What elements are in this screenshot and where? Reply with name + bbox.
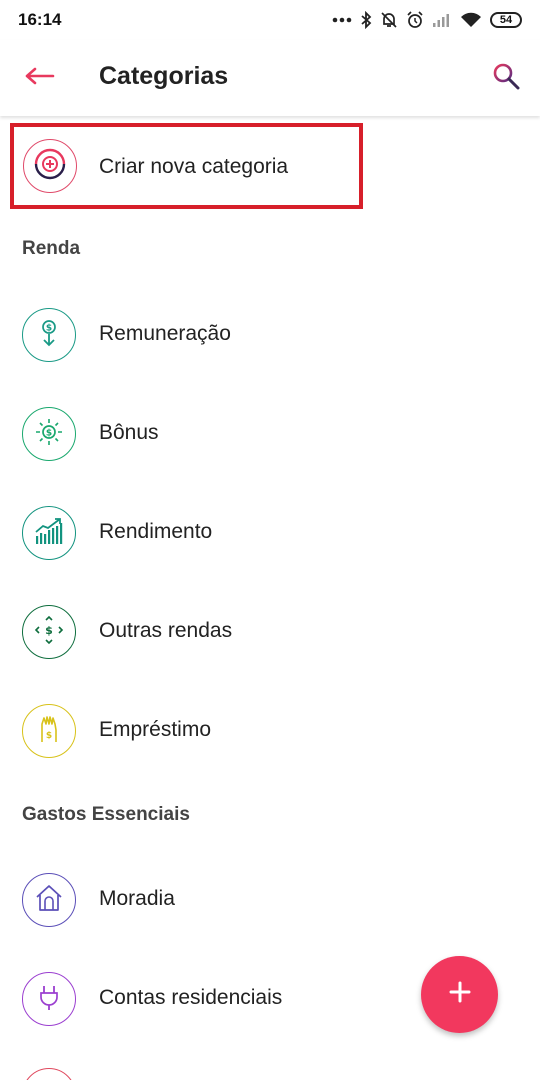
category-item-bonus[interactable]: $ Bônus [0, 397, 540, 477]
more-dots-icon [332, 17, 352, 23]
category-label: Remuneração [99, 322, 231, 345]
growth-chart-icon [33, 516, 65, 551]
back-arrow-icon [25, 67, 55, 90]
category-icon-circle [22, 873, 76, 927]
category-icon-circle: $ [22, 605, 76, 659]
category-item-outras-rendas[interactable]: $ Outras rendas [0, 595, 540, 675]
status-bar: 16:14 54 [0, 0, 540, 40]
bonus-icon: $ [33, 416, 65, 453]
section-header-gastos-essenciais: Gastos Essenciais [22, 804, 190, 825]
search-icon [491, 61, 521, 96]
svg-text:$: $ [46, 323, 52, 333]
battery-indicator: 54 [490, 12, 522, 28]
add-circle-icon [33, 147, 67, 186]
category-icon-circle [22, 972, 76, 1026]
category-icon-circle: $ [22, 308, 76, 362]
status-icons: 54 [332, 11, 522, 29]
category-icon-circle: $ [22, 704, 76, 758]
plus-icon [448, 980, 472, 1009]
category-item-moradia[interactable]: Moradia [0, 863, 540, 943]
category-label: Contas residenciais [99, 986, 283, 1009]
plug-icon [34, 982, 64, 1017]
category-icon-circle [22, 506, 76, 560]
category-label: Outras rendas [99, 619, 233, 642]
create-category-button[interactable]: Criar nova categoria [10, 123, 363, 209]
page-title: Categorias [99, 62, 229, 90]
add-fab-button[interactable] [421, 956, 498, 1033]
house-icon [34, 883, 64, 918]
status-time: 16:14 [18, 10, 62, 29]
category-icon-circle: $ [22, 407, 76, 461]
alarm-icon [406, 11, 424, 29]
salary-icon: $ [34, 318, 64, 353]
category-item-rendimento[interactable]: Rendimento [0, 496, 540, 576]
category-label: Empréstimo [99, 718, 212, 741]
mute-bell-icon [380, 11, 398, 29]
category-item-remuneracao[interactable]: $ Remuneração [0, 298, 540, 378]
section-header-renda: Renda [22, 238, 81, 259]
loan-hand-icon: $ [35, 714, 63, 749]
search-button[interactable] [488, 60, 524, 96]
category-icon-circle-partial [22, 1068, 76, 1080]
back-button[interactable] [22, 60, 58, 96]
category-item-emprestimo[interactable]: $ Empréstimo [0, 694, 540, 774]
svg-text:$: $ [45, 624, 53, 637]
category-label: Moradia [99, 887, 175, 910]
app-bar: Categorias [0, 40, 540, 116]
svg-text:$: $ [46, 731, 52, 741]
category-label: Rendimento [99, 520, 213, 543]
signal-icon [432, 12, 452, 28]
svg-text:$: $ [46, 428, 52, 438]
wifi-icon [460, 12, 482, 28]
create-category-label: Criar nova categoria [99, 155, 289, 178]
category-label: Bônus [99, 421, 159, 444]
other-income-icon: $ [34, 615, 64, 650]
bluetooth-icon [360, 11, 372, 29]
create-category-icon-circle [23, 139, 77, 193]
